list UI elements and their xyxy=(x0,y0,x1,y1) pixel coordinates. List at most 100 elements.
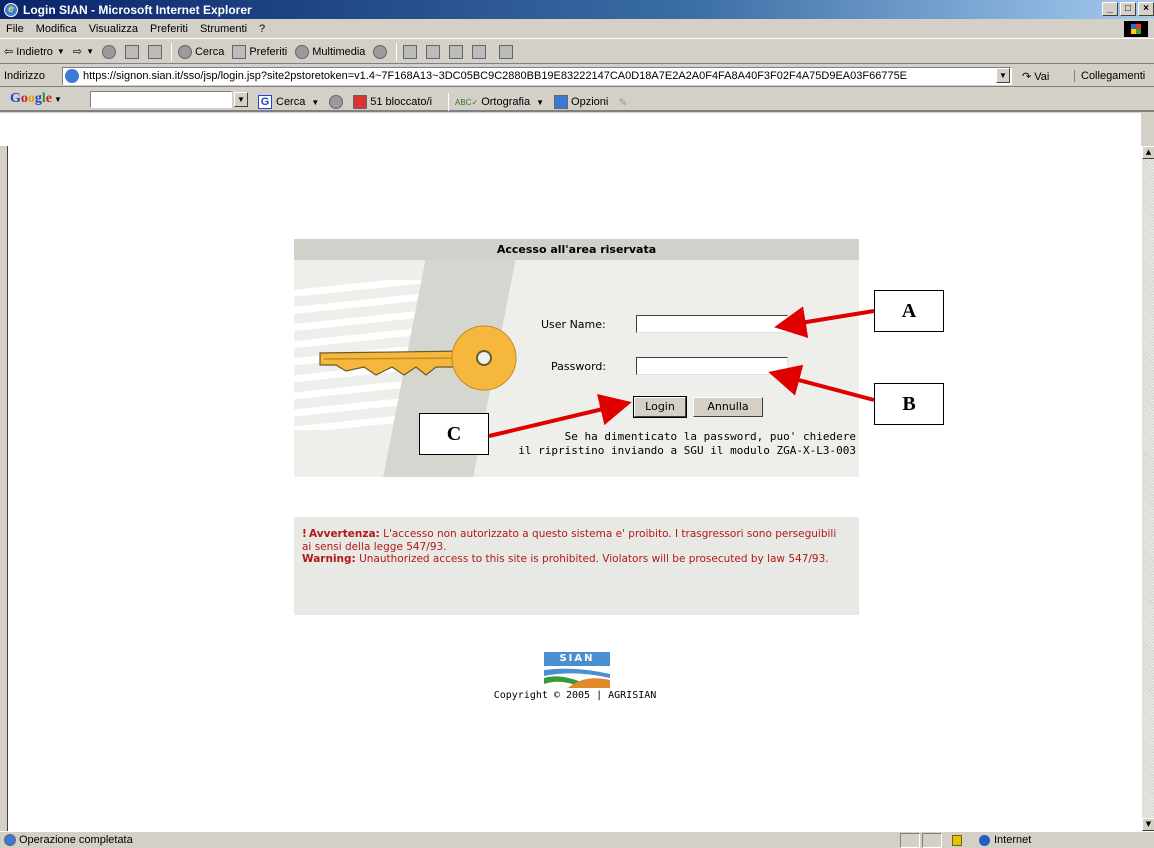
warning-text-en: Unauthorized access to this site is proh… xyxy=(355,553,829,565)
warning-text-it: L'accesso non autorizzato a questo siste… xyxy=(302,528,837,553)
chevron-down-icon: ▼ xyxy=(56,47,65,56)
menu-visualizza[interactable]: Visualizza xyxy=(89,23,138,35)
favorites-icon xyxy=(232,44,247,59)
address-bar: Indirizzo https://signon.sian.it/sso/jsp… xyxy=(0,65,1154,87)
home-icon[interactable] xyxy=(147,44,162,59)
scroll-down-icon[interactable]: ▼ xyxy=(1142,818,1154,831)
zone-label: Internet xyxy=(994,834,1032,846)
forgot-password-note: Se ha dimenticato la password, puo' chie… xyxy=(496,430,856,458)
google-search-dropdown[interactable]: ▼ xyxy=(234,92,248,107)
callout-b: B xyxy=(874,383,944,425)
google-logo[interactable]: Google xyxy=(10,91,52,107)
menu-file[interactable]: File xyxy=(6,23,24,35)
status-text: Operazione completata xyxy=(19,834,133,846)
spellcheck-icon: ABC✓ xyxy=(455,97,479,107)
word-icon[interactable] xyxy=(472,44,487,59)
stop-icon[interactable] xyxy=(101,44,116,59)
login-button[interactable]: Login xyxy=(633,396,687,418)
forward-arrow-icon: ⇨ xyxy=(72,46,83,58)
refresh-icon[interactable] xyxy=(124,44,139,59)
address-dropdown-button[interactable]: ▼ xyxy=(996,68,1010,83)
username-field[interactable] xyxy=(637,316,787,332)
sian-logo: SIAN xyxy=(544,652,610,688)
scroll-up-icon[interactable]: ▲ xyxy=(1142,146,1154,159)
forgot-line-1: Se ha dimenticato la password, puo' chie… xyxy=(564,430,856,443)
search-icon xyxy=(177,44,192,59)
chevron-down-icon: ▼ xyxy=(536,97,545,107)
popup-blocker-button[interactable]: 51 bloccato/i xyxy=(353,95,432,109)
minimize-button[interactable]: _ xyxy=(1102,2,1118,16)
status-segment xyxy=(900,833,920,848)
status-segment xyxy=(922,833,942,848)
media-button[interactable]: Multimedia xyxy=(295,44,365,59)
status-bar: Operazione completata Internet xyxy=(0,831,1154,848)
spellcheck-button[interactable]: ABC✓ Ortografia ▼ xyxy=(455,96,544,108)
menu-modifica[interactable]: Modifica xyxy=(36,23,77,35)
google-search-label: Cerca xyxy=(276,96,306,108)
go-button[interactable]: ↷ Vai xyxy=(1022,70,1049,83)
menu-strumenti[interactable]: Strumenti xyxy=(200,23,247,35)
key-icon xyxy=(319,325,517,391)
favorites-button[interactable]: Preferiti xyxy=(232,44,288,59)
search-button[interactable]: Cerca xyxy=(177,44,224,59)
page-status-icon xyxy=(4,834,16,846)
mail-icon[interactable] xyxy=(403,44,418,59)
news-icon[interactable] xyxy=(329,95,344,109)
ie-icon: e xyxy=(4,2,18,17)
login-panel-title: Accesso all'area riservata xyxy=(294,239,859,260)
google-toolbar-items: G Cerca ▼ 51 bloccato/i ABC✓ Ortografia … xyxy=(258,93,628,111)
discuss-icon[interactable] xyxy=(499,44,514,59)
content-left-border xyxy=(0,146,8,831)
username-input[interactable] xyxy=(636,315,788,333)
standard-toolbar: ⇦ Indietro ▼ ⇨ ▼ Cerca Preferiti Multime… xyxy=(0,40,1154,64)
edit-icon[interactable] xyxy=(449,44,464,59)
username-label: User Name: xyxy=(541,318,606,331)
menu-preferiti[interactable]: Preferiti xyxy=(150,23,188,35)
window-controls: _ □ × xyxy=(1102,2,1154,16)
highlight-pen-icon[interactable]: ✎ xyxy=(618,96,627,109)
maximize-button[interactable]: □ xyxy=(1120,2,1136,16)
exclamation-icon: ! xyxy=(302,528,307,540)
google-search-input[interactable] xyxy=(90,91,232,108)
warning-text: ! Avvertenza: L'accesso non autorizzato a… xyxy=(302,528,842,566)
window-title: Login SIAN - Microsoft Internet Explorer xyxy=(23,2,252,17)
address-label: Indirizzo xyxy=(4,69,45,82)
options-button[interactable]: Opzioni xyxy=(554,95,608,109)
google-search-button[interactable]: G Cerca ▼ xyxy=(258,95,319,109)
back-button[interactable]: ⇦ Indietro ▼ xyxy=(4,45,65,59)
back-label: Indietro xyxy=(16,45,53,58)
menu-bar: File Modifica Visualizza Preferiti Strum… xyxy=(0,19,1154,39)
windows-logo-icon xyxy=(1124,21,1148,37)
toolbar-separator xyxy=(170,42,172,61)
toolbar-separator xyxy=(396,42,398,61)
chevron-down-icon: ▼ xyxy=(86,47,94,56)
menu-help[interactable]: ? xyxy=(259,23,265,35)
print-icon[interactable] xyxy=(426,44,441,59)
password-field[interactable] xyxy=(637,358,787,374)
links-button[interactable]: Collegamenti xyxy=(1074,70,1145,82)
callout-a: A xyxy=(874,290,944,332)
internet-zone-icon xyxy=(979,835,990,846)
go-arrow-icon: ↷ xyxy=(1022,71,1032,83)
blocked-label: 51 bloccato/i xyxy=(370,96,433,108)
password-input[interactable] xyxy=(636,357,788,375)
options-icon xyxy=(554,95,569,109)
warning-label-en: Warning: xyxy=(302,553,356,565)
options-label: Opzioni xyxy=(571,96,609,108)
google-toolbar: Google ▼ ▼ G Cerca ▼ 51 bloccato/i ABC✓ … xyxy=(0,88,1154,112)
chevron-down-icon: ▼ xyxy=(311,97,320,107)
cancel-button[interactable]: Annulla xyxy=(693,397,763,417)
toolbar-separator xyxy=(448,93,450,111)
forward-button[interactable]: ⇨ ▼ xyxy=(73,45,94,58)
title-bar: e Login SIAN - Microsoft Internet Explor… xyxy=(0,0,1154,19)
address-input[interactable]: https://signon.sian.it/sso/jsp/login.jsp… xyxy=(62,67,1012,85)
chevron-down-icon[interactable]: ▼ xyxy=(54,95,62,104)
forgot-line-2: il ripristino inviando a SGU il modulo Z… xyxy=(518,444,856,457)
favorites-label: Preferiti xyxy=(249,45,288,58)
vertical-scrollbar[interactable]: ▲ ▼ xyxy=(1141,146,1154,831)
history-icon[interactable] xyxy=(373,44,388,59)
callout-c: C xyxy=(419,413,489,455)
password-label: Password: xyxy=(551,360,607,373)
page-icon xyxy=(65,69,79,83)
close-button[interactable]: × xyxy=(1138,2,1154,16)
